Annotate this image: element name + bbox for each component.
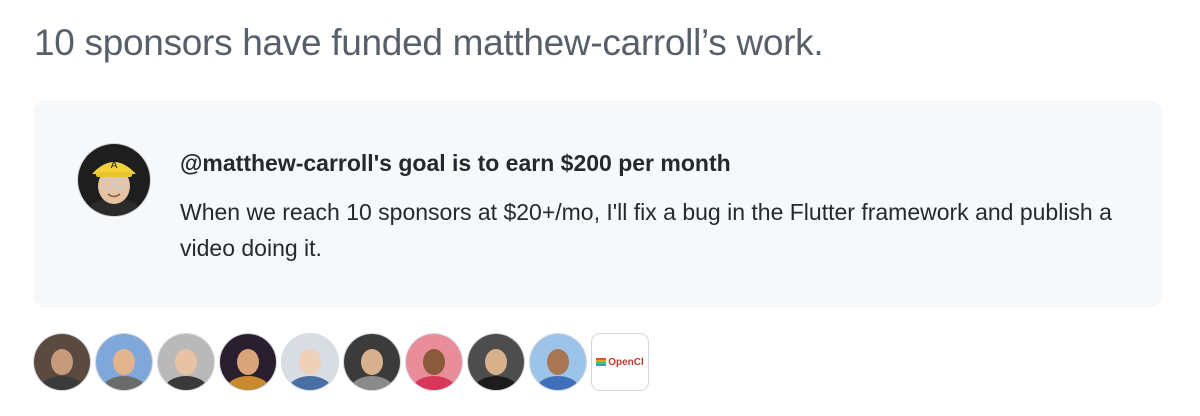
sponsor-org-logo[interactable]: OpenCl: [592, 334, 648, 390]
maintainer-avatar[interactable]: A: [78, 144, 150, 216]
sponsor-avatar[interactable]: [158, 334, 214, 390]
avatar-portrait: [220, 334, 276, 390]
avatar-portrait: [468, 334, 524, 390]
sponsor-avatar[interactable]: [468, 334, 524, 390]
sponsor-avatar[interactable]: [530, 334, 586, 390]
sponsors-list: OpenCl: [34, 334, 648, 390]
svg-text:A: A: [111, 160, 118, 171]
avatar-portrait: [282, 334, 338, 390]
sponsors-headline: 10 sponsors have funded matthew-carroll’…: [34, 22, 824, 63]
avatar-portrait: [34, 334, 90, 390]
goal-title: @matthew-carroll's goal is to earn $200 …: [180, 150, 731, 176]
sponsor-avatar[interactable]: [344, 334, 400, 390]
org-label: OpenCl: [608, 356, 644, 368]
avatar-portrait: [158, 334, 214, 390]
sponsor-avatar[interactable]: [406, 334, 462, 390]
sponsor-avatar[interactable]: [96, 334, 152, 390]
avatar-portrait: [344, 334, 400, 390]
goal-card: A @matthew-carroll's goal is to earn $20…: [34, 100, 1162, 308]
goal-description: When we reach 10 sponsors at $20+/mo, I'…: [180, 199, 1112, 261]
sponsor-avatar[interactable]: [220, 334, 276, 390]
rainbow-flag-icon: [596, 358, 607, 366]
opencl-logo: OpenCl: [596, 357, 644, 368]
avatar-portrait: [530, 334, 586, 390]
avatar-portrait: [406, 334, 462, 390]
avatar-portrait: [96, 334, 152, 390]
sponsor-avatar[interactable]: [282, 334, 338, 390]
sponsor-avatar[interactable]: [34, 334, 90, 390]
